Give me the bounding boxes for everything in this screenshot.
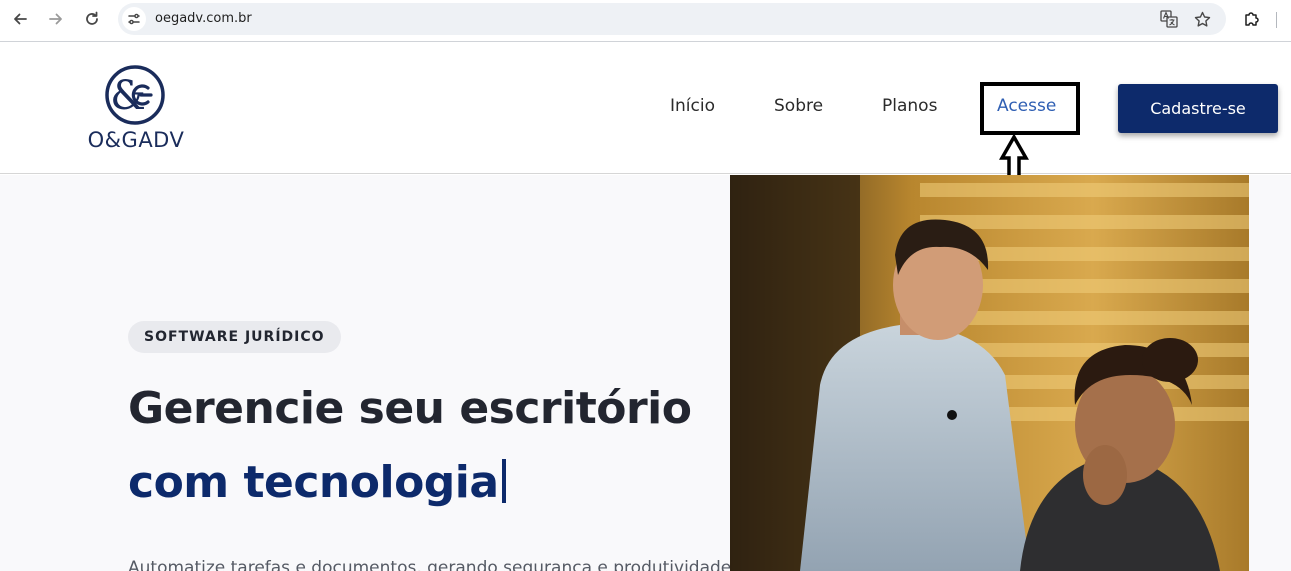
extensions-button[interactable]	[1238, 7, 1266, 31]
nav-inicio[interactable]: Início	[670, 96, 715, 116]
logo-wordmark: O&GADV	[87, 128, 185, 152]
ampersand-logo-icon: &	[105, 65, 165, 125]
reload-icon	[86, 11, 98, 25]
reload-button[interactable]	[78, 7, 106, 31]
annotation-highlight-box	[980, 82, 1080, 135]
bookmark-button[interactable]	[1193, 10, 1211, 28]
site-logo[interactable]: & O&GADV	[82, 64, 190, 156]
hero-section: SOFTWARE JURÍDICO Gerencie seu escritóri…	[0, 175, 1291, 571]
forward-button[interactable]	[42, 7, 70, 31]
address-bar[interactable]: oegadv.com.br	[118, 3, 1226, 35]
star-icon	[1194, 11, 1210, 27]
arrow-right-icon	[49, 13, 62, 25]
nav-sobre[interactable]: Sobre	[774, 96, 823, 116]
browser-toolbar: oegadv.com.br	[0, 0, 1291, 42]
hero-subtext: Automatize tarefas e documentos, gerando…	[128, 558, 732, 571]
category-badge: SOFTWARE JURÍDICO	[128, 321, 341, 353]
hero-headline-line2: com tecnologia	[128, 457, 506, 508]
toolbar-divider	[1276, 12, 1277, 28]
site-header: & O&GADV Início Sobre Planos Acesse Cada…	[0, 43, 1291, 189]
hero-headline-line1: Gerencie seu escritório	[128, 383, 692, 434]
hero-headline-highlight: com tecnologia	[128, 457, 499, 508]
back-button[interactable]	[6, 7, 34, 31]
signup-button[interactable]: Cadastre-se	[1118, 84, 1278, 133]
nav-planos[interactable]: Planos	[882, 96, 937, 116]
site-info-button[interactable]	[122, 7, 146, 31]
tune-icon	[128, 13, 140, 25]
translate-button[interactable]	[1160, 10, 1178, 28]
translate-icon	[1160, 10, 1178, 28]
arrow-left-icon	[14, 13, 27, 25]
hero-photo	[730, 175, 1249, 571]
puzzle-icon	[1245, 12, 1259, 26]
url-text[interactable]: oegadv.com.br	[155, 11, 252, 26]
typing-cursor	[501, 459, 506, 503]
